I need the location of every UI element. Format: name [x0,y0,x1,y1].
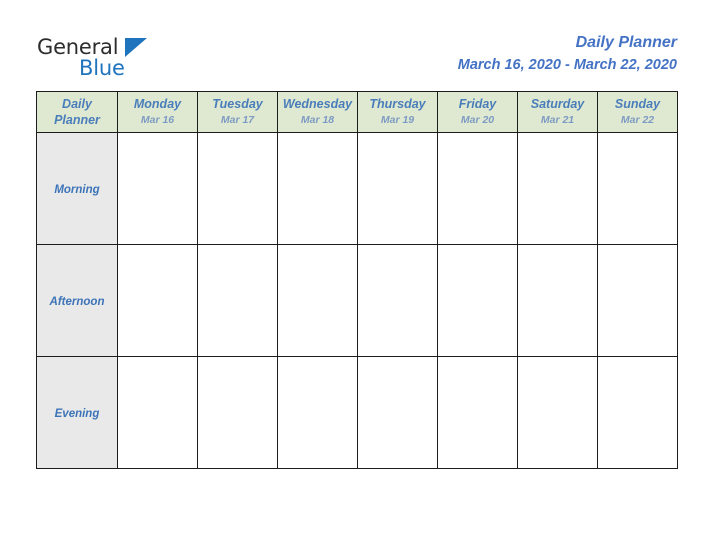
day-date-label: Mar 22 [620,114,655,126]
row-label-morning: Morning [36,132,118,245]
table-row-afternoon: Afternoon [36,244,678,357]
day-name-label: Tuesday [212,97,263,111]
slot-cell-morning-wednesday[interactable] [277,132,358,245]
planner-grid: Daily Planner Monday Mar 16 Tuesday Mar … [36,91,678,469]
column-header-tuesday: Tuesday Mar 17 [197,91,278,133]
row-label-evening: Evening [36,356,118,469]
brand-logo: General Blue [37,36,157,81]
slot-cell-morning-thursday[interactable] [357,132,438,245]
column-header-thursday: Thursday Mar 19 [357,91,438,133]
day-date-label: Mar 20 [460,114,495,126]
day-name-label: Friday [458,97,497,111]
brand-triangle-icon [125,38,147,57]
day-name-label: Monday [133,97,182,111]
table-header-row: Daily Planner Monday Mar 16 Tuesday Mar … [36,91,678,133]
slot-cell-morning-sunday[interactable] [597,132,678,245]
slot-cell-evening-monday[interactable] [117,356,198,469]
column-header-monday: Monday Mar 16 [117,91,198,133]
day-date-label: Mar 19 [380,114,415,126]
slot-cell-evening-thursday[interactable] [357,356,438,469]
page-title: Daily Planner [575,34,677,51]
row-label-text: Afternoon [49,295,105,308]
slot-cell-afternoon-monday[interactable] [117,244,198,357]
slot-cell-evening-sunday[interactable] [597,356,678,469]
day-date-label: Mar 21 [540,114,575,126]
date-range-label: March 16, 2020 - March 22, 2020 [457,57,677,73]
slot-cell-evening-tuesday[interactable] [197,356,278,469]
day-name-label: Wednesday [282,97,353,111]
slot-cell-morning-tuesday[interactable] [197,132,278,245]
day-name-label: Sunday [614,97,661,111]
day-name-label: Saturday [530,97,585,111]
slot-cell-afternoon-friday[interactable] [437,244,518,357]
row-label-text: Morning [54,183,100,196]
slot-cell-evening-wednesday[interactable] [277,356,358,469]
slot-cell-morning-saturday[interactable] [517,132,598,245]
brand-name-secondary: Blue [79,56,125,80]
table-row-morning: Morning [36,132,678,245]
page-header: General Blue Daily Planner March 16, 202… [0,0,712,91]
column-header-sunday: Sunday Mar 22 [597,91,678,133]
column-header-wednesday: Wednesday Mar 18 [277,91,358,133]
slot-cell-morning-monday[interactable] [117,132,198,245]
brand-name-primary: General [37,35,119,59]
day-date-label: Mar 17 [220,114,255,126]
row-label-text: Evening [54,407,100,420]
slot-cell-afternoon-sunday[interactable] [597,244,678,357]
slot-cell-evening-saturday[interactable] [517,356,598,469]
grid-corner-line2: Planner [54,113,100,127]
day-name-label: Thursday [369,97,426,111]
grid-corner-line1: Daily [62,97,92,111]
slot-cell-afternoon-wednesday[interactable] [277,244,358,357]
slot-cell-afternoon-thursday[interactable] [357,244,438,357]
slot-cell-evening-friday[interactable] [437,356,518,469]
column-header-friday: Friday Mar 20 [437,91,518,133]
title-block: Daily Planner March 16, 2020 - March 22,… [458,32,677,75]
row-label-afternoon: Afternoon [36,244,118,357]
column-header-saturday: Saturday Mar 21 [517,91,598,133]
day-date-label: Mar 16 [140,114,175,126]
table-row-evening: Evening [36,356,678,469]
slot-cell-afternoon-tuesday[interactable] [197,244,278,357]
day-date-label: Mar 18 [300,114,335,126]
slot-cell-morning-friday[interactable] [437,132,518,245]
grid-corner-cell: Daily Planner [36,91,118,133]
slot-cell-afternoon-saturday[interactable] [517,244,598,357]
